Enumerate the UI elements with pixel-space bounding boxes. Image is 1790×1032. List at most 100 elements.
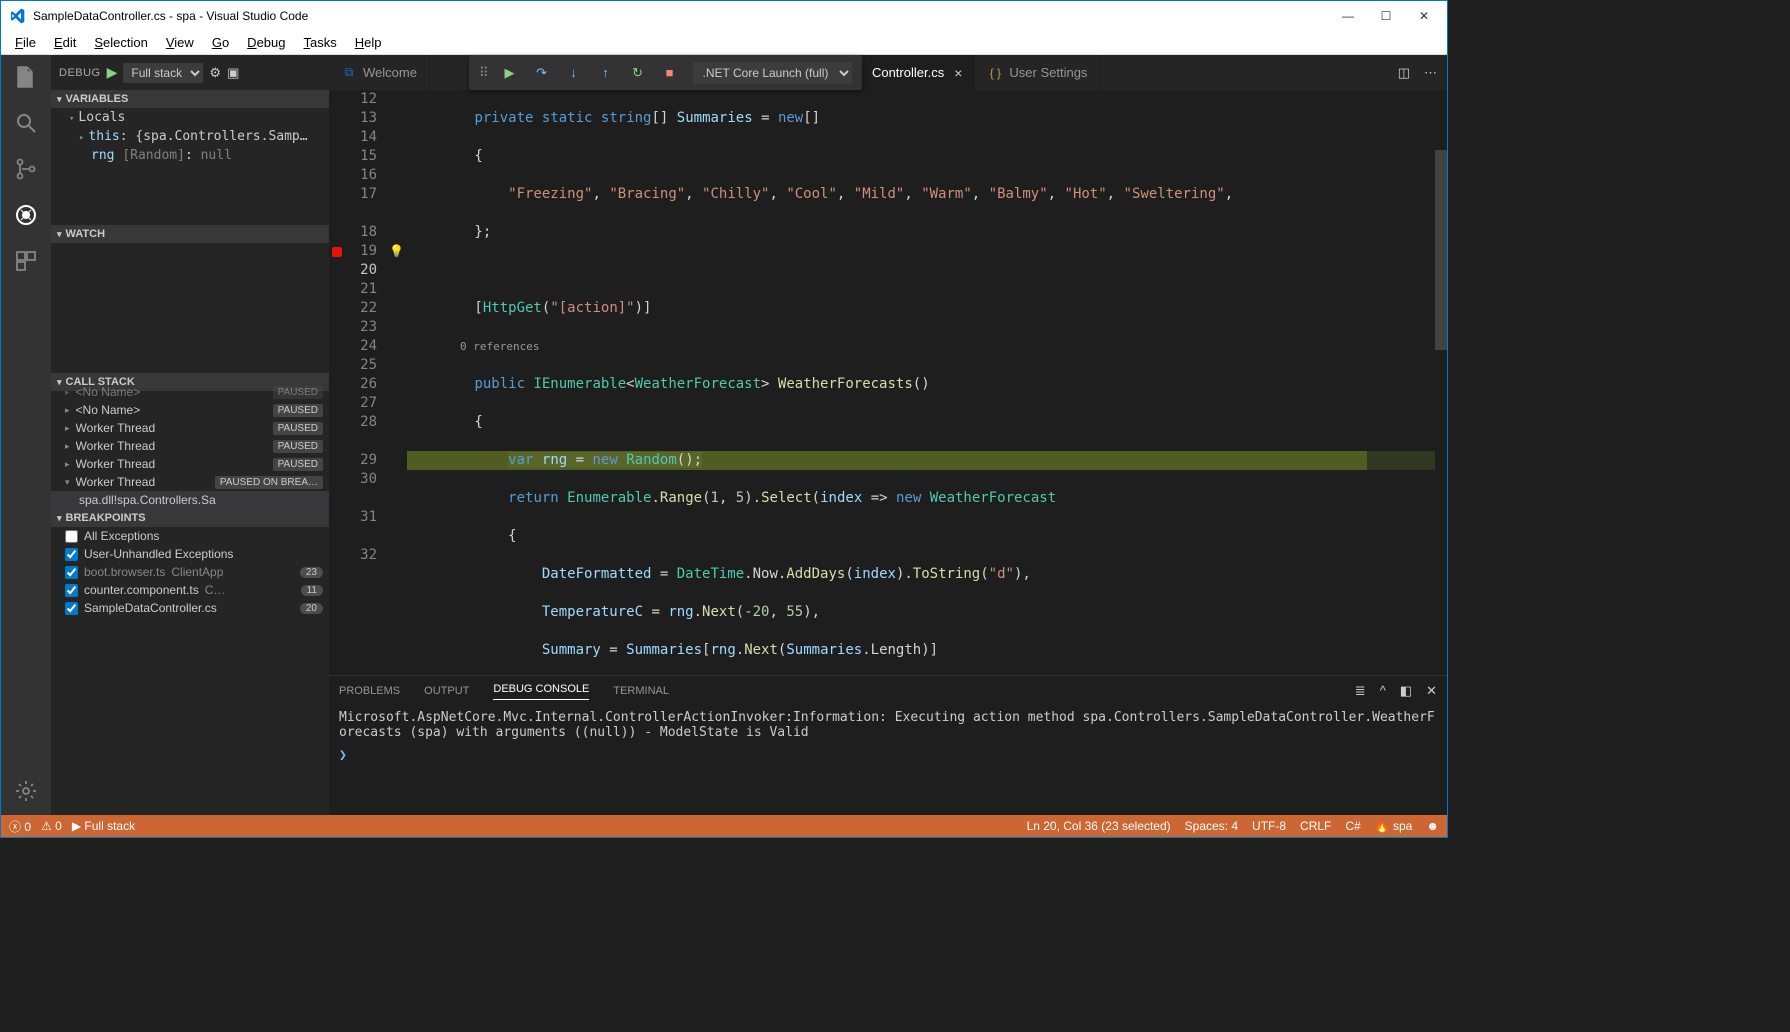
tab-close-icon[interactable]: × [954, 65, 962, 81]
debug-settings-icon[interactable]: ⚙ [209, 65, 221, 81]
status-debug[interactable]: ▶ Full stack [72, 819, 135, 833]
breakpoint-row[interactable]: SampleDataController.cs20 [51, 599, 329, 617]
minimize-button[interactable]: — [1341, 9, 1355, 23]
clear-console-icon[interactable]: ≣ [1355, 683, 1366, 699]
vscode-icon: ⧉ [341, 65, 357, 81]
start-debug-button[interactable]: ▶ [107, 64, 118, 81]
status-warnings[interactable]: ⚠ 0 [41, 819, 62, 833]
window-title: SampleDataController.cs - spa - Visual S… [33, 9, 1341, 23]
debug-toolbar-config[interactable]: .NET Core Launch (full) [693, 62, 852, 84]
drag-handle-icon[interactable]: ⠿ [479, 65, 487, 81]
breakpoint-row[interactable]: counter.component.ts C…11 [51, 581, 329, 599]
menubar: File Edit Selection View Go Debug Tasks … [1, 31, 1447, 55]
statusbar: ⓧ 0 ⚠ 0 ▶ Full stack Ln 20, Col 36 (23 s… [1, 815, 1447, 837]
lightbulb-icon[interactable]: 💡 [389, 242, 404, 261]
breakpoint-row[interactable]: boot.browser.ts ClientApp23 [51, 563, 329, 581]
panel-body: Microsoft.AspNetCore.Mvc.Internal.Contro… [329, 706, 1447, 815]
status-encoding[interactable]: UTF-8 [1252, 819, 1286, 833]
breakpoints-header[interactable]: ▾BREAKPOINTS [51, 509, 329, 527]
status-errors[interactable]: ⓧ 0 [9, 818, 31, 835]
window-titlebar: SampleDataController.cs - spa - Visual S… [1, 1, 1447, 31]
explorer-icon[interactable] [12, 63, 40, 91]
variables-body: ▾Locals ▸this: {spa.Controllers.Samp… rn… [51, 108, 329, 165]
menu-selection[interactable]: Selection [86, 33, 155, 52]
panel-close-icon[interactable]: ✕ [1426, 683, 1437, 699]
variables-header[interactable]: ▾VARIABLES [51, 90, 329, 108]
debug-icon[interactable] [12, 201, 40, 229]
breakpoint-checkbox[interactable] [65, 602, 78, 615]
restart-button[interactable]: ↻ [629, 65, 647, 81]
status-language[interactable]: C# [1345, 819, 1360, 833]
tab-controller[interactable]: Controller.cs × [860, 55, 975, 90]
var-this[interactable]: ▸this: {spa.Controllers.Samp… [51, 127, 329, 146]
watch-header[interactable]: ▾WATCH [51, 225, 329, 243]
debug-config-select[interactable]: Full stack [123, 63, 203, 83]
breakpoint-checkbox[interactable] [65, 530, 78, 543]
editor-scrollbar[interactable] [1435, 90, 1447, 675]
breakpoint-row[interactable]: User-Unhandled Exceptions [51, 545, 329, 563]
editor-tabs: ⧉ Welcome ⠿ ▶ ↷ ↓ ↑ ↻ ■ .NET Core Launch… [329, 55, 1447, 90]
close-button[interactable]: ✕ [1417, 9, 1431, 23]
step-into-button[interactable]: ↓ [565, 65, 583, 80]
menu-tasks[interactable]: Tasks [295, 33, 344, 52]
breakpoint-row[interactable]: All Exceptions [51, 527, 329, 545]
menu-edit[interactable]: Edit [46, 33, 84, 52]
callstack-thread[interactable]: ▸Worker ThreadPAUSED [51, 419, 329, 437]
locals-scope[interactable]: ▾Locals [51, 108, 329, 127]
callstack-thread[interactable]: ▸<No Name>PAUSED [51, 383, 329, 401]
panel-tab-debug-console[interactable]: DEBUG CONSOLE [493, 683, 589, 700]
panel-tab-terminal[interactable]: TERMINAL [613, 685, 669, 697]
debug-toolbar[interactable]: ⠿ ▶ ↷ ↓ ↑ ↻ ■ .NET Core Launch (full) [469, 55, 862, 90]
var-rng[interactable]: rng [Random]: null [51, 146, 329, 165]
console-input[interactable]: ❯ [329, 744, 1447, 767]
tab-user-settings[interactable]: { } User Settings [975, 55, 1100, 90]
callstack-frame[interactable]: spa.dll!spa.Controllers.Sa [51, 491, 329, 509]
callstack-thread[interactable]: ▸<No Name>PAUSED [51, 401, 329, 419]
bottom-panel: PROBLEMS OUTPUT DEBUG CONSOLE TERMINAL ≣… [329, 675, 1447, 815]
breakpoint-checkbox[interactable] [65, 584, 78, 597]
extensions-icon[interactable] [12, 247, 40, 275]
search-icon[interactable] [12, 109, 40, 137]
maximize-button[interactable]: ☐ [1379, 9, 1393, 23]
panel-tab-output[interactable]: OUTPUT [424, 685, 469, 697]
editor-body[interactable]: 121314151617 1819202122232425262728 2930… [329, 90, 1447, 675]
source-control-icon[interactable] [12, 155, 40, 183]
status-position[interactable]: Ln 20, Col 36 (23 selected) [1027, 819, 1171, 833]
step-over-button[interactable]: ↷ [533, 65, 551, 81]
debug-label: DEBUG [59, 67, 101, 79]
status-eol[interactable]: CRLF [1300, 819, 1331, 833]
panel-collapse-icon[interactable]: ^ [1380, 683, 1386, 699]
callstack-body: ▸<No Name>PAUSED ▸<No Name>PAUSED ▸Worke… [51, 391, 329, 509]
menu-view[interactable]: View [158, 33, 202, 52]
callstack-thread-active[interactable]: ▾Worker ThreadPAUSED ON BREA… [51, 473, 329, 491]
menu-debug[interactable]: Debug [239, 33, 293, 52]
breakpoint-checkbox[interactable] [65, 548, 78, 561]
code-content[interactable]: private static string[] Summaries = new[… [407, 90, 1447, 675]
more-actions-icon[interactable]: ⋯ [1424, 65, 1437, 81]
tab-welcome[interactable]: ⧉ Welcome [329, 55, 430, 90]
breakpoint-gutter[interactable] [329, 90, 347, 675]
status-spaces[interactable]: Spaces: 4 [1185, 819, 1238, 833]
braces-icon: { } [987, 65, 1003, 81]
fold-gutter[interactable]: 💡 [387, 90, 407, 675]
step-out-button[interactable]: ↑ [597, 65, 615, 80]
panel-maximize-icon[interactable]: ◧ [1400, 683, 1412, 699]
breakpoints-body: All Exceptions User-Unhandled Exceptions… [51, 527, 329, 617]
editor-area: ⧉ Welcome ⠿ ▶ ↷ ↓ ↑ ↻ ■ .NET Core Launch… [329, 55, 1447, 815]
menu-go[interactable]: Go [204, 33, 237, 52]
stop-button[interactable]: ■ [661, 65, 679, 80]
status-feedback-icon[interactable]: ☻ [1426, 819, 1439, 833]
status-project[interactable]: 🔥 spa [1375, 819, 1413, 833]
split-editor-icon[interactable]: ◫ [1398, 65, 1410, 81]
callstack-thread[interactable]: ▸Worker ThreadPAUSED [51, 437, 329, 455]
debug-top-toolbar: DEBUG ▶ Full stack ⚙ ▣ [51, 55, 329, 90]
menu-help[interactable]: Help [347, 33, 390, 52]
settings-icon[interactable] [12, 777, 40, 805]
debug-console-icon[interactable]: ▣ [227, 65, 239, 81]
breakpoint-dot-icon[interactable] [332, 247, 342, 257]
panel-tab-problems[interactable]: PROBLEMS [339, 685, 400, 697]
continue-button[interactable]: ▶ [501, 65, 519, 81]
breakpoint-checkbox[interactable] [65, 566, 78, 579]
menu-file[interactable]: File [7, 33, 44, 52]
callstack-thread[interactable]: ▸Worker ThreadPAUSED [51, 455, 329, 473]
